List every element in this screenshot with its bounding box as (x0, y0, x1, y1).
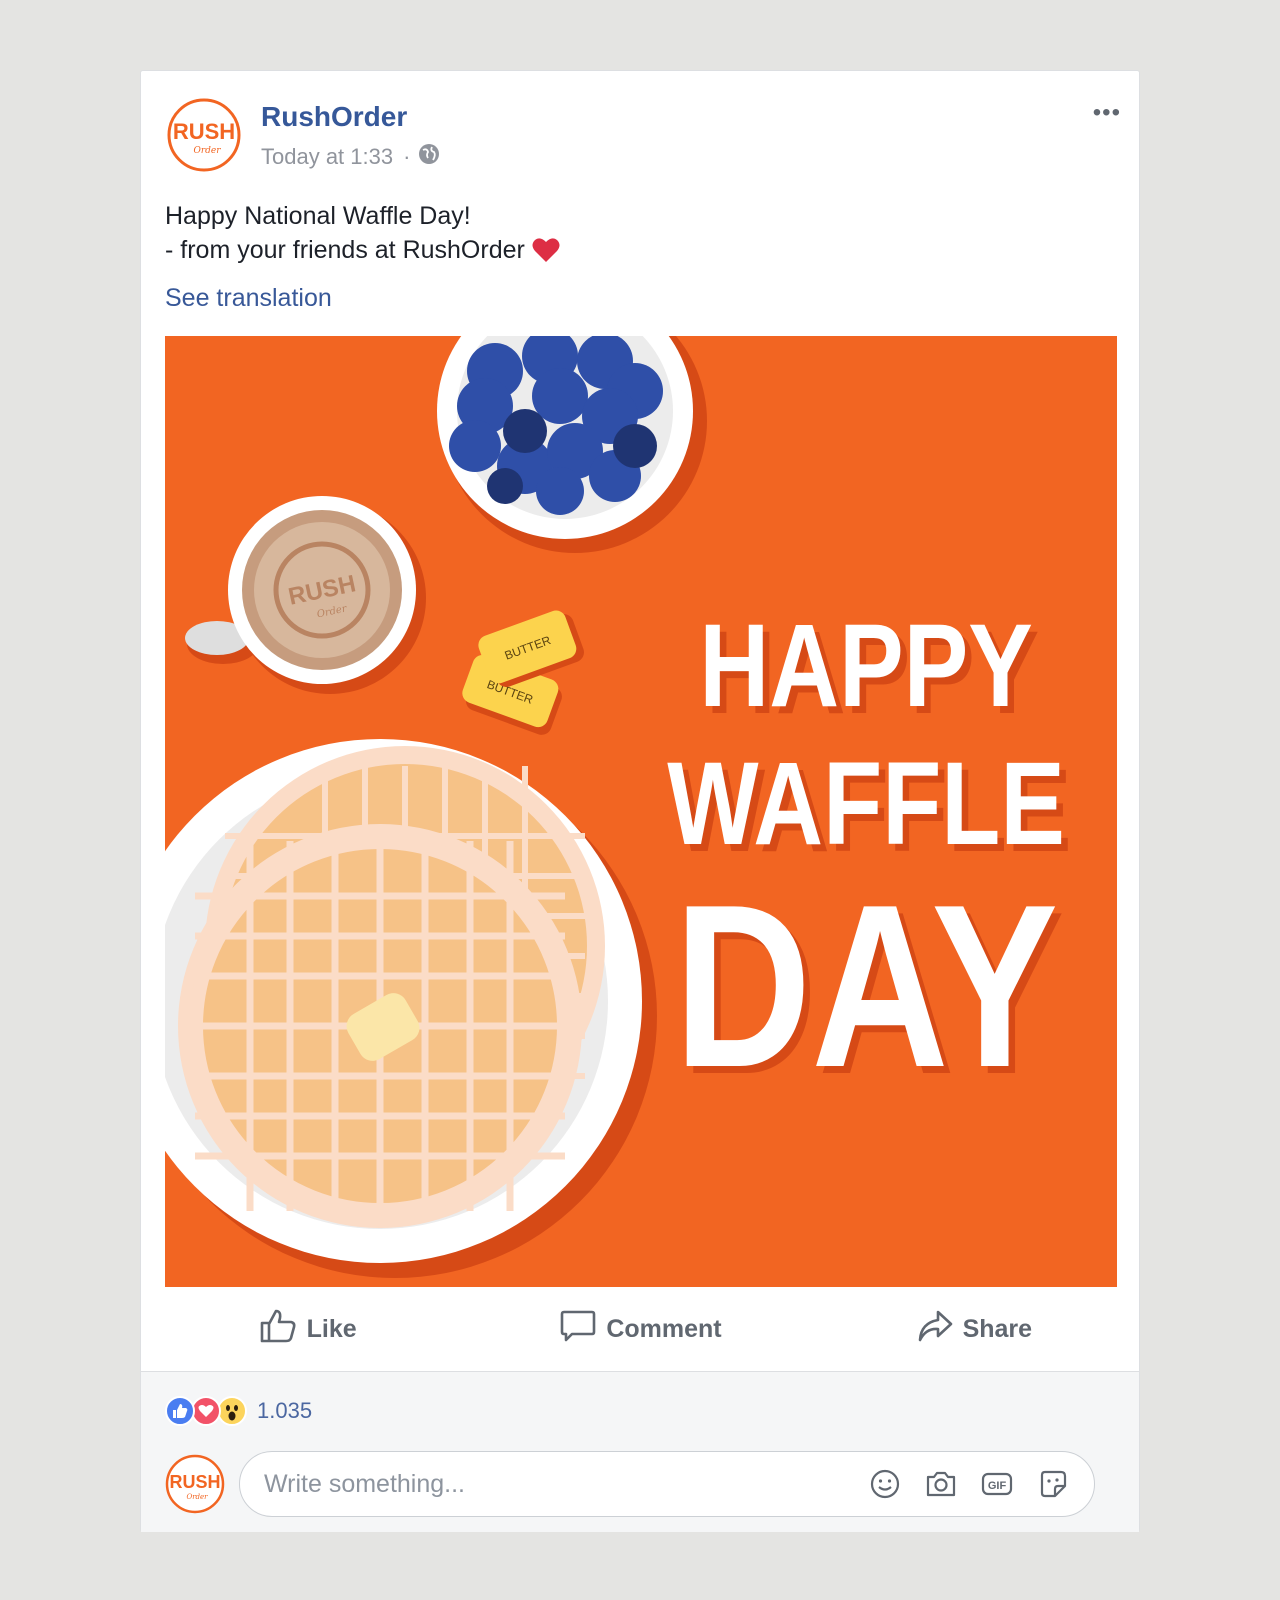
reaction-count[interactable]: 1.035 (257, 1398, 312, 1424)
thumbs-up-icon (259, 1308, 307, 1351)
reactions-summary[interactable]: 1.035 (165, 1396, 312, 1426)
comment-label: Comment (606, 1314, 722, 1343)
see-translation-link[interactable]: See translation (165, 284, 332, 313)
gif-icon[interactable]: GIF (980, 1467, 1014, 1501)
page-name-link[interactable]: RushOrder (261, 101, 407, 133)
like-label: Like (306, 1314, 357, 1343)
post-actions: Like Comment Share (141, 1287, 1141, 1371)
comment-button[interactable]: Comment (474, 1287, 807, 1371)
comment-tools: GIF (868, 1467, 1070, 1501)
page-avatar[interactable]: RUSH Order (167, 98, 241, 172)
message-line-1: Happy National Waffle Day! (165, 202, 471, 230)
post-card: RUSH Order RushOrder Today at 1:33 · •••… (140, 70, 1140, 1532)
camera-icon[interactable] (924, 1467, 958, 1501)
headline: HAPPY HAPPY WAFFLE WAFFLE DAY DAY (667, 599, 1071, 1122)
svg-text:RUSH: RUSH (173, 119, 235, 144)
post-message: Happy National Waffle Day! - from your f… (165, 199, 560, 267)
like-icon (165, 1396, 195, 1426)
svg-text:RUSH: RUSH (169, 1472, 220, 1492)
sticker-icon[interactable] (1036, 1467, 1070, 1501)
comment-composer[interactable]: GIF (239, 1451, 1095, 1517)
svg-text:HAPPY: HAPPY (699, 599, 1032, 731)
emoji-icon[interactable] (868, 1467, 902, 1501)
svg-text:Order: Order (186, 1493, 208, 1501)
svg-text:DAY: DAY (674, 856, 1058, 1115)
post-meta: Today at 1:33 · (261, 143, 440, 171)
commenter-avatar: RUSH Order (165, 1454, 225, 1514)
share-label: Share (962, 1314, 1033, 1343)
message-line-2: - from your friends at RushOrder (165, 233, 560, 267)
comment-input[interactable] (264, 1469, 868, 1499)
post-footer: 1.035 RUSH Order GIF (141, 1371, 1139, 1532)
more-options-button[interactable]: ••• (1093, 99, 1121, 127)
svg-text:Order: Order (193, 146, 221, 156)
share-icon (917, 1309, 963, 1350)
share-button[interactable]: Share (808, 1287, 1141, 1371)
like-button[interactable]: Like (141, 1287, 474, 1371)
post-image[interactable]: RUSH Order BUTTER BUTTER HAPPY HAPPY WAF… (165, 336, 1117, 1287)
svg-text:WAFFLE: WAFFLE (667, 737, 1065, 869)
svg-text:GIF: GIF (988, 1480, 1007, 1492)
globe-icon[interactable] (418, 143, 440, 171)
meta-separator: · (403, 144, 411, 169)
wow-icon (217, 1396, 247, 1426)
comment-icon (560, 1309, 606, 1350)
heart-emoji (532, 236, 560, 264)
love-icon (191, 1396, 221, 1426)
timestamp-link[interactable]: Today at 1:33 (261, 144, 393, 170)
